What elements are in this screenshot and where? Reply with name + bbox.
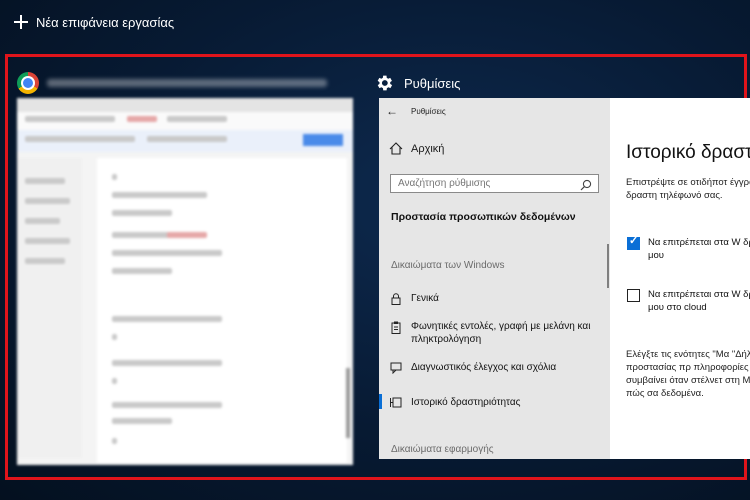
search-icon[interactable] — [580, 178, 592, 196]
privacy-info-text: Ελέγξτε τις ενότητες "Μα "Δήλωση προστασ… — [626, 349, 750, 399]
chrome-window-thumbnail[interactable] — [17, 98, 353, 465]
checkbox-label: Να επιτρέπεται στα W δραστηριότητές μου — [648, 237, 750, 261]
home-label: Αρχική — [411, 142, 445, 155]
nav-item-label: Ιστορικό δραστηριότητας — [411, 397, 521, 408]
nav-item-activity-history[interactable]: Ιστορικό δραστηριότητας — [389, 396, 604, 409]
checkbox-label: Να επιτρέπεται στα W δραστηριότητές μου … — [648, 289, 750, 313]
page-title: Ιστορικό δραστ — [626, 142, 750, 163]
chrome-window-title[interactable] — [17, 72, 347, 94]
settings-header-title: Ρυθμίσεις — [411, 106, 446, 116]
app-permissions-section: Δικαιώματα εφαρμογής — [391, 444, 494, 455]
active-item-marker — [379, 394, 382, 409]
settings-search-box[interactable] — [390, 174, 599, 193]
timeline-icon — [389, 396, 403, 409]
nav-scrollbar[interactable] — [607, 244, 609, 288]
nav-item-label: Φωνητικές εντολές, γραφή με μελάνη και π… — [411, 321, 591, 345]
back-arrow-icon[interactable]: ← — [379, 98, 405, 124]
plus-icon — [14, 15, 28, 29]
checkbox-checked[interactable] — [627, 235, 640, 250]
settings-window-thumbnail[interactable]: ← Ρυθμίσεις Αρχική Προστασία προσωπικών … — [379, 98, 750, 459]
lock-icon — [389, 292, 403, 305]
settings-nav-pane: ← Ρυθμίσεις Αρχική Προστασία προσωπικών … — [379, 98, 610, 459]
home-nav-item[interactable]: Αρχική — [389, 142, 444, 155]
clipboard-icon — [389, 320, 403, 346]
checkbox-unchecked[interactable] — [627, 289, 640, 302]
settings-search-input[interactable] — [398, 178, 568, 189]
settings-title-text: Ρυθμίσεις — [404, 75, 461, 91]
settings-content-pane: Ιστορικό δραστ Επιστρέψτε σε οτιδήποτ έγ… — [610, 98, 750, 459]
new-desktop-button[interactable]: Νέα επιφάνεια εργασίας — [14, 12, 174, 32]
windows-permissions-section: Δικαιώματα των Windows — [391, 260, 505, 271]
blurred-title — [47, 79, 327, 87]
settings-window-title[interactable]: Ρυθμίσεις — [374, 72, 460, 94]
nav-item-diagnostics[interactable]: Διαγνωστικός έλεγχος και σχόλια — [389, 361, 604, 374]
intro-text: Επιστρέψτε σε οτιδήποτ έγγραφα ή άλλες δ… — [626, 177, 750, 201]
privacy-heading: Προστασία προσωπικών δεδομένων — [391, 211, 576, 223]
nav-item-label: Διαγνωστικός έλεγχος και σχόλια — [411, 362, 557, 373]
feedback-icon — [389, 361, 403, 374]
home-icon — [389, 142, 403, 155]
nav-item-speech-inking[interactable]: Φωνητικές εντολές, γραφή με μελάνη και π… — [389, 320, 604, 346]
gear-icon — [374, 73, 394, 93]
new-desktop-label: Νέα επιφάνεια εργασίας — [36, 14, 175, 30]
nav-item-label: Γενικά — [411, 293, 439, 304]
sync-activity-checkbox[interactable]: Να επιτρέπεται στα W δραστηριότητές μου … — [627, 288, 750, 314]
chrome-icon — [17, 72, 39, 94]
nav-item-general[interactable]: Γενικά — [389, 292, 604, 305]
store-activity-checkbox[interactable]: Να επιτρέπεται στα W δραστηριότητές μου — [627, 235, 750, 262]
